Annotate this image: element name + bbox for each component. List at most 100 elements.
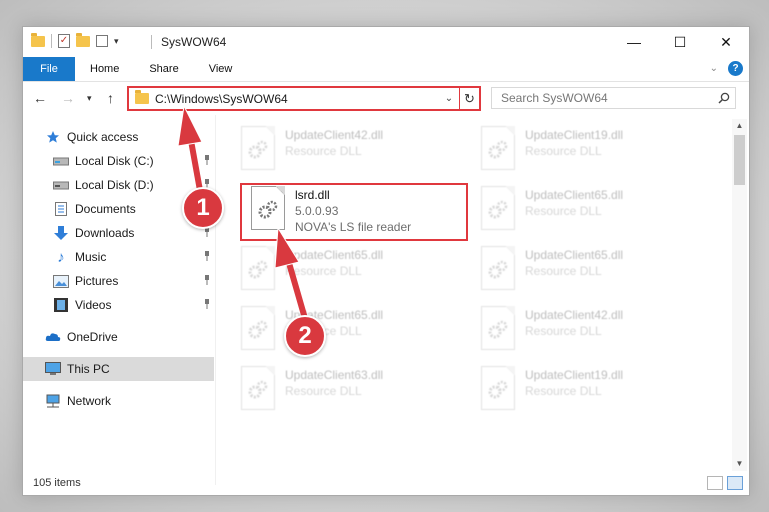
view-options-icon[interactable] [96, 35, 108, 47]
download-icon [53, 225, 69, 241]
folder-icon [31, 32, 45, 47]
file-type: Resource DLL [525, 384, 602, 398]
view-toggles [707, 476, 743, 490]
file-list: UpdateClient42.dll Resource DLL lsrd.dll … [223, 119, 731, 479]
drive-icon [53, 153, 69, 169]
tab-home[interactable]: Home [75, 57, 134, 81]
file-type: Resource DLL [525, 324, 602, 338]
title-bar: ✓ ▾ SysWOW64 — ☐ ✕ [23, 27, 749, 57]
refresh-icon[interactable]: ↻ [459, 88, 479, 109]
title-separator [151, 35, 152, 49]
sidebar-item-label: Music [75, 250, 107, 264]
ribbon-tabs: File Home Share View ⌄ ? [23, 57, 749, 82]
file-item[interactable]: UpdateClient65.dll Resource DLL [223, 243, 453, 297]
sidebar-item-label: Local Disk (C:) [75, 154, 154, 168]
network-icon [45, 393, 61, 409]
dll-file-icon [481, 366, 515, 410]
close-button[interactable]: ✕ [703, 27, 749, 57]
dll-file-icon [481, 126, 515, 170]
details-view-icon[interactable] [707, 476, 723, 490]
highlight-box [240, 183, 468, 241]
file-type: Resource DLL [285, 384, 362, 398]
file-item[interactable]: UpdateClient65.dll Resource DLL [463, 243, 693, 297]
scroll-down-icon[interactable]: ▼ [732, 457, 747, 471]
file-name: UpdateClient19.dll [525, 128, 624, 142]
sidebar-item-label: Pictures [75, 274, 119, 288]
file-type: Resource DLL [285, 264, 362, 278]
dll-file-icon [241, 126, 275, 170]
search-input[interactable] [492, 91, 713, 105]
sidebar-item-label: This PC [67, 362, 110, 376]
sidebar-item-videos[interactable]: Videos [53, 293, 215, 317]
file-type: Resource DLL [525, 144, 602, 158]
file-type: Resource DLL [525, 204, 602, 218]
file-type: Resource DLL [525, 264, 602, 278]
scroll-thumb[interactable] [734, 135, 745, 185]
file-name: UpdateClient42.dll [525, 308, 624, 322]
address-bar[interactable]: C:\Windows\SysWOW64 ⌄ ↻ [127, 86, 481, 111]
dll-file-icon [481, 246, 515, 290]
star-icon [45, 129, 61, 145]
up-icon[interactable]: ↑ [107, 90, 114, 106]
expand-ribbon-icon[interactable]: ⌄ [710, 63, 718, 74]
file-item[interactable]: UpdateClient19.dll Resource DLL [463, 123, 693, 177]
back-icon[interactable]: ← [33, 90, 47, 106]
properties-icon[interactable]: ✓ [58, 34, 70, 48]
file-name: UpdateClient65.dll [525, 248, 624, 262]
help-icon[interactable]: ? [728, 61, 743, 76]
search-icon[interactable] [713, 92, 735, 104]
explorer-window: ✓ ▾ SysWOW64 — ☐ ✕ File Home Share View … [22, 26, 750, 496]
maximize-button[interactable]: ☐ [657, 27, 703, 57]
file-item[interactable]: UpdateClient65.dllResource DLL [463, 183, 693, 237]
sidebar-item-network[interactable]: Network [45, 389, 111, 413]
tab-file[interactable]: File [23, 57, 75, 81]
folder-icon [135, 90, 149, 104]
pictures-icon [53, 273, 69, 289]
customize-toolbar-icon[interactable]: ▾ [114, 36, 119, 47]
item-count: 105 items [33, 477, 81, 489]
quick-access-toolbar: ✓ ▾ [31, 32, 119, 48]
navigation-bar: ← → ▾ ↑ C:\Windows\SysWOW64 ⌄ ↻ [23, 83, 749, 115]
dll-file-icon [481, 186, 515, 230]
toolbar-separator [51, 34, 52, 48]
file-name: UpdateClient65.dll [285, 248, 384, 262]
sidebar-item-music[interactable]: ♪ Music [53, 245, 215, 269]
sidebar-item-label: Videos [75, 298, 112, 312]
file-type: Resource DLL [285, 144, 362, 158]
sidebar-item-quick-access[interactable]: Quick access [45, 125, 138, 149]
file-item[interactable]: UpdateClient42.dll Resource DLL [463, 303, 693, 357]
recent-locations-icon[interactable]: ▾ [87, 93, 92, 104]
file-item[interactable]: UpdateClient19.dll Resource DLL [463, 363, 693, 417]
pin-icon [205, 251, 209, 261]
file-item[interactable]: UpdateClient63.dll Resource DLL [223, 363, 453, 417]
address-dropdown-icon[interactable]: ⌄ [439, 93, 459, 104]
file-item[interactable]: UpdateClient42.dll Resource DLL [223, 123, 453, 177]
forward-icon[interactable]: → [61, 90, 75, 106]
vertical-scrollbar[interactable]: ▲ ▼ [732, 119, 747, 471]
sidebar-item-onedrive[interactable]: OneDrive [45, 325, 118, 349]
sidebar-item-label: Quick access [67, 130, 139, 144]
sidebar-item-pictures[interactable]: Pictures [53, 269, 215, 293]
file-item[interactable]: UpdateClient65.dllResource DLL [223, 303, 453, 357]
tab-view[interactable]: View [194, 57, 248, 81]
step-badge-2: 2 [284, 315, 326, 357]
minimize-button[interactable]: — [611, 27, 657, 57]
large-icons-view-icon[interactable] [727, 476, 743, 490]
new-folder-icon[interactable] [76, 32, 90, 47]
sidebar-item-local-disk-c[interactable]: Local Disk (C:) [53, 149, 215, 173]
dll-file-icon [241, 246, 275, 290]
step-badge-1: 1 [182, 187, 224, 229]
scroll-up-icon[interactable]: ▲ [732, 119, 747, 133]
ribbon-right: ⌄ ? [710, 61, 743, 76]
search-box[interactable] [491, 87, 736, 109]
sidebar-item-label: Documents [75, 202, 136, 216]
video-icon [53, 297, 69, 313]
dll-file-icon [241, 306, 275, 350]
tab-share[interactable]: Share [134, 57, 193, 81]
address-path[interactable]: C:\Windows\SysWOW64 [155, 92, 439, 106]
pane-divider [215, 115, 216, 485]
status-bar: 105 items [23, 471, 749, 495]
sidebar-item-this-pc[interactable]: This PC [23, 357, 214, 381]
sidebar-item-label: Downloads [75, 226, 135, 240]
drive-icon [53, 177, 69, 193]
